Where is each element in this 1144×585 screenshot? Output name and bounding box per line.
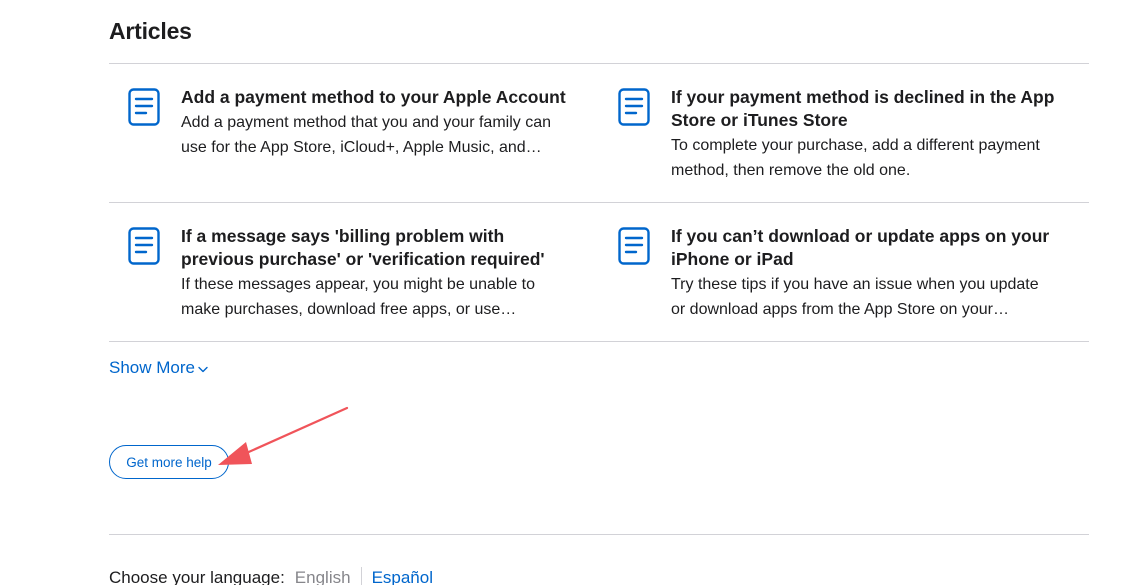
page: Articles Add a payment method to your Ap… [0,0,1144,585]
section-title: Articles [109,18,192,44]
article-title[interactable]: If your payment method is declined in th… [671,86,1081,132]
document-icon [128,227,160,265]
article-title[interactable]: If a message says 'billing problem with p… [181,225,591,271]
language-current: English [294,568,351,585]
article-description: To complete your purchase, add a differe… [671,137,1040,179]
annotation-arrow-icon [218,406,349,465]
article-text: If a message says 'billing problem with p… [181,225,591,322]
article-description: Try these tips if you have an issue when… [671,276,1039,318]
article-text: If your payment method is declined in th… [671,86,1081,183]
language-label: Choose your language: [109,568,285,585]
article-text: If you can’t download or update apps on … [671,225,1081,322]
document-icon [618,227,650,265]
language-option-espanol[interactable]: Español [372,568,433,585]
language-separator [360,567,362,585]
chevron-down-icon [198,366,208,373]
article-text: Add a payment method to your Apple Accou… [181,86,591,160]
article-title[interactable]: Add a payment method to your Apple Accou… [181,86,591,109]
language-selector: Choose your language: English Español [109,567,433,585]
divider [109,341,1089,342]
divider [109,534,1089,535]
document-icon [128,88,160,126]
document-icon [618,88,650,126]
article-description: Add a payment method that you and your f… [181,114,551,156]
article-description: If these messages appear, you might be u… [181,276,536,318]
divider [109,63,1089,64]
article-title[interactable]: If you can’t download or update apps on … [671,225,1081,271]
show-more-label: Show More [109,358,195,377]
show-more-link[interactable]: Show More [109,358,208,378]
get-more-help-button[interactable]: Get more help [109,445,229,479]
divider [109,202,1089,203]
